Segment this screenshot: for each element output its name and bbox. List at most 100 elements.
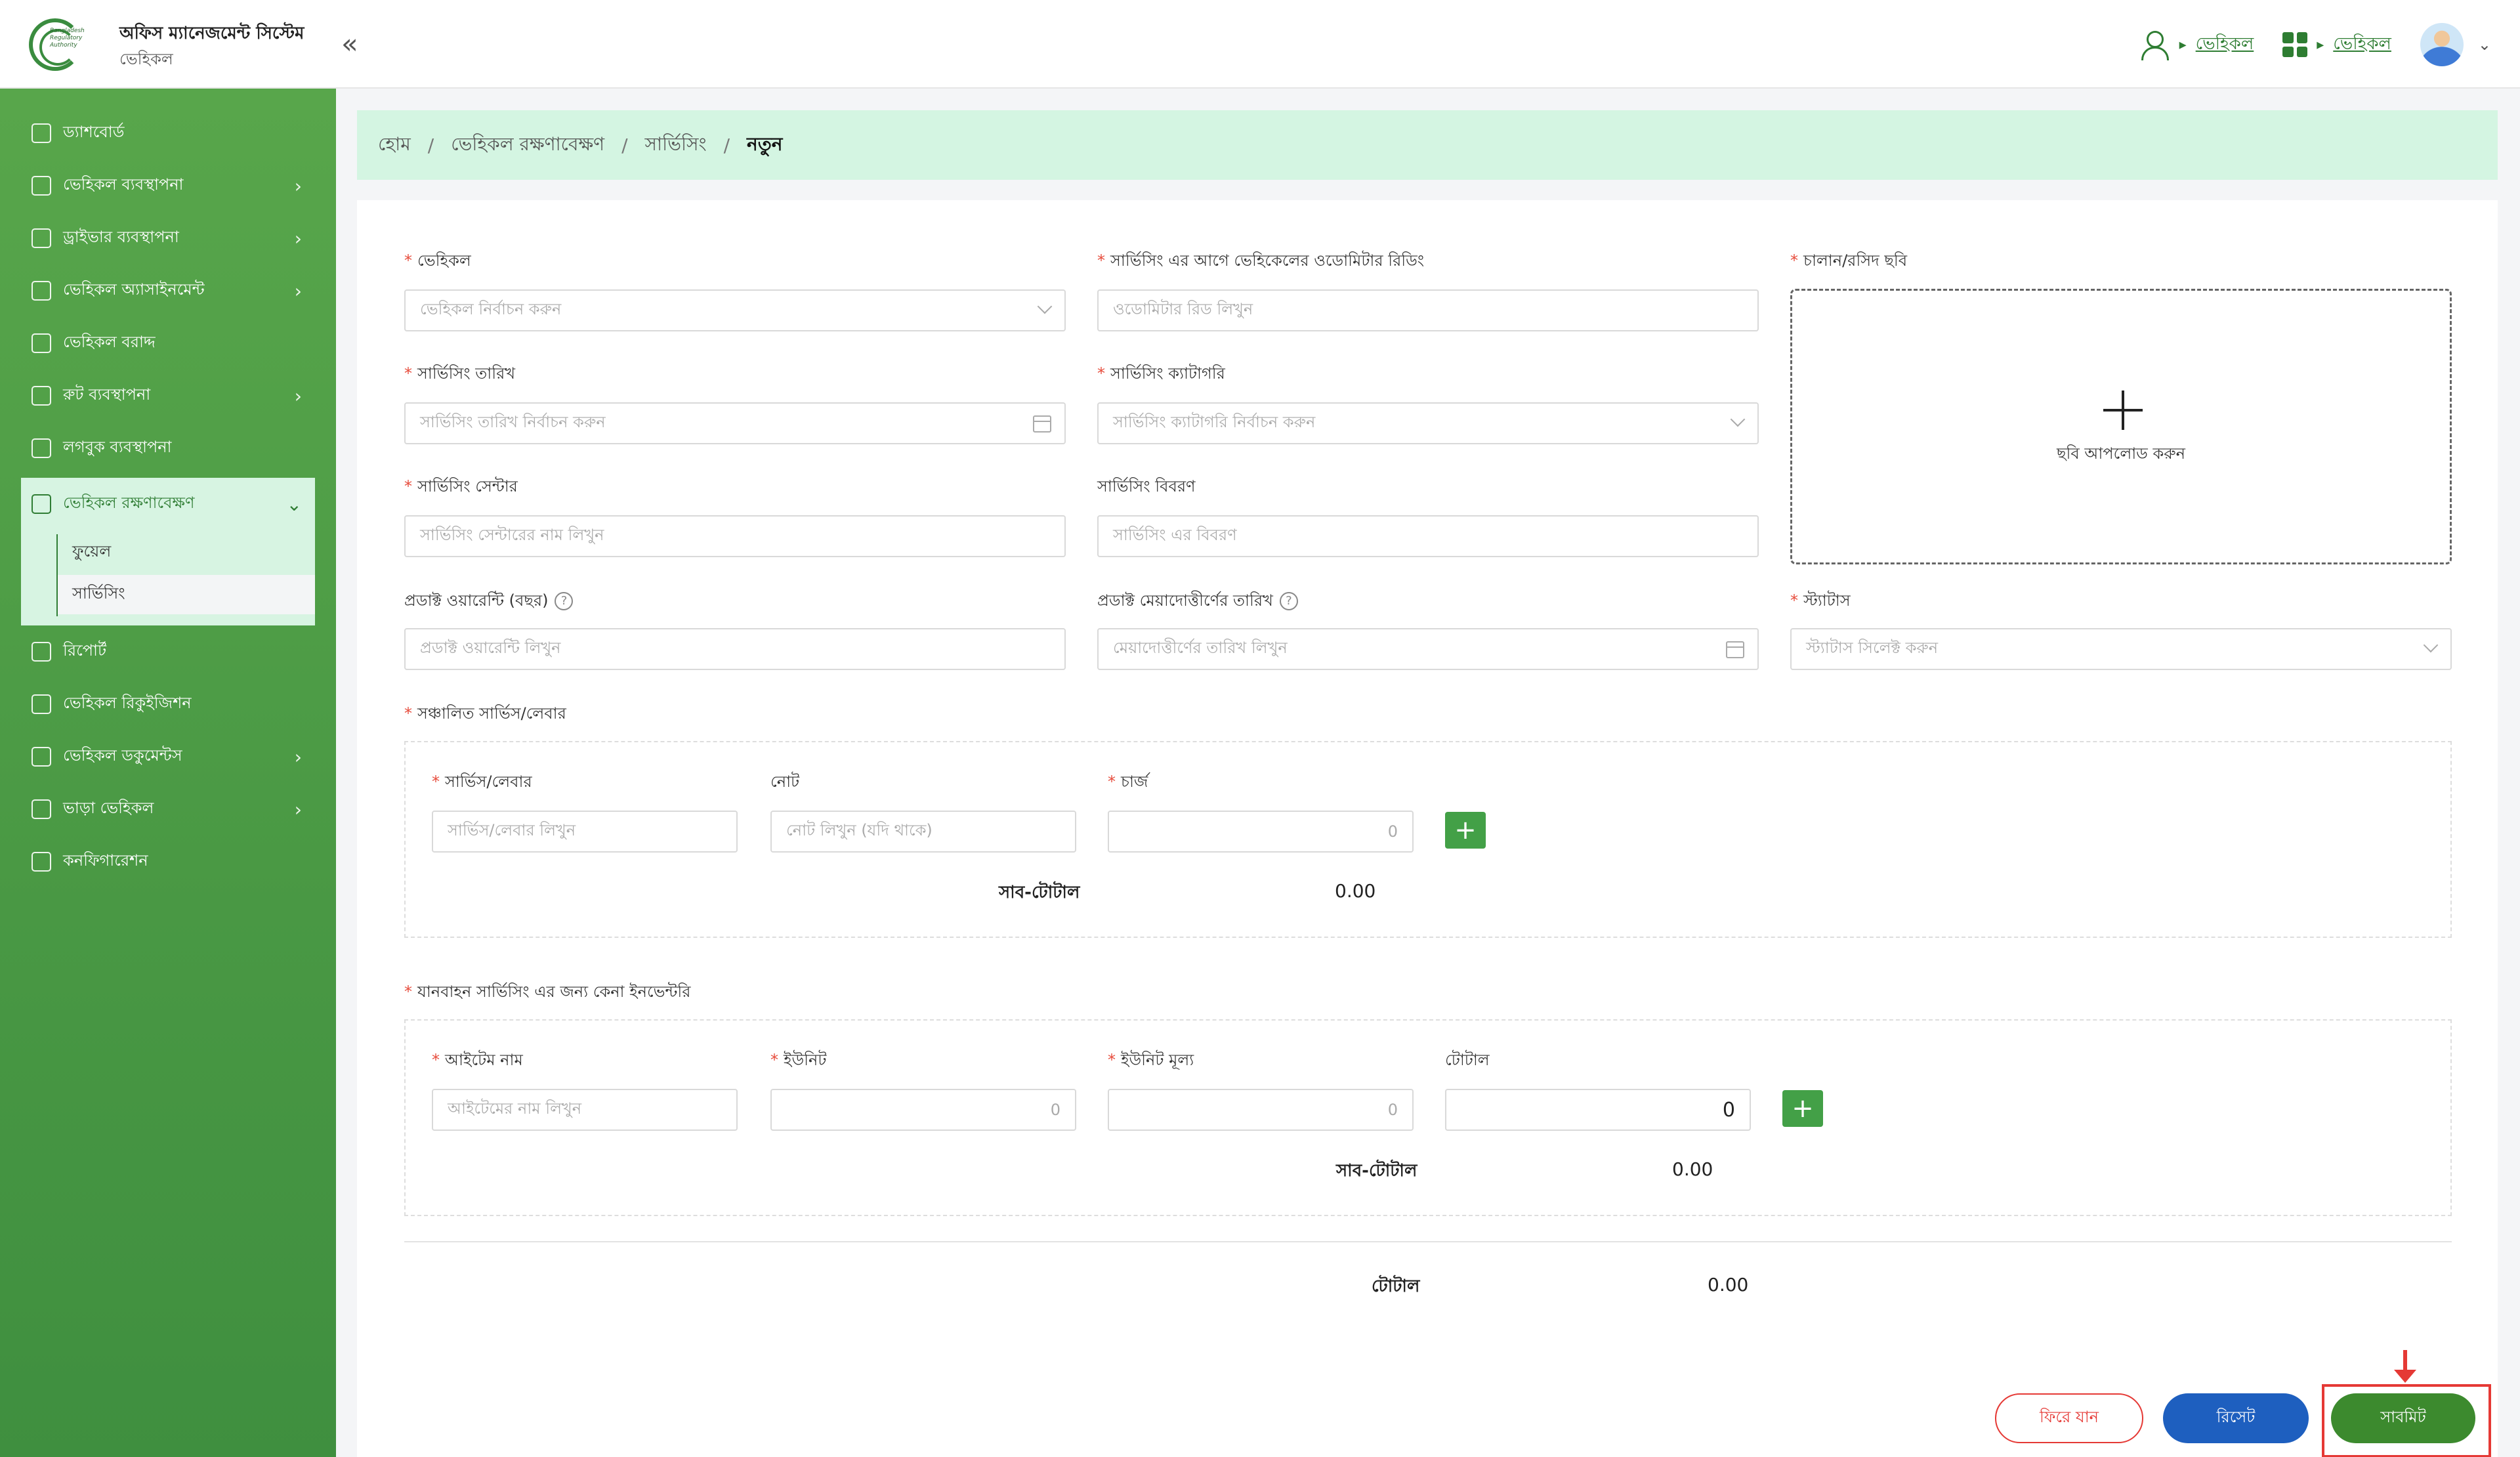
breadcrumb-home[interactable]: হোম [378, 130, 411, 161]
form-divider [404, 1241, 2452, 1242]
labor-section-box: * সার্ভিস/লেবার সার্ভিস/লেবার লিখুন নোট ন… [404, 741, 2452, 938]
breadcrumb-separator: / [621, 134, 628, 156]
inventory-subtotal-value: 0.00 [1672, 1158, 1713, 1180]
chevron-down-icon[interactable]: ⌄ [2478, 35, 2491, 54]
highlight-arrow-icon [2394, 1350, 2416, 1383]
inventory-section-title: * যানবাহন সার্ভিসিং এর জন্য কেনা ইনভেন্টর… [404, 982, 691, 1001]
service-desc-label: সার্ভিসিং বিবরণ [1097, 477, 1196, 496]
sidebar-item-vehicle-documents[interactable]: ভেহিকল ডকুমেন্টস › [0, 730, 336, 783]
expiry-date-picker[interactable]: মেয়াদোত্তীর্ণের তারিখ লিখুন [1097, 628, 1759, 670]
sidebar-item-label: ভেহিকল রক্ষণাবেক্ষণ [63, 494, 195, 512]
collapse-sidebar-icon[interactable]: « [341, 28, 358, 60]
warranty-input[interactable]: প্রডাক্ট ওয়ারেন্টি লিখুন [404, 628, 1066, 670]
add-inventory-button[interactable]: + [1782, 1090, 1823, 1127]
chevron-down-icon: ⌄ [286, 493, 302, 515]
report-icon [32, 642, 51, 662]
sidebar-item-vehicle-assignment[interactable]: ভেহিকল অ্যাসাইনমেন্ট › [0, 264, 336, 317]
sliders-icon [32, 852, 51, 872]
labor-service-label: * সার্ভিস/লেবার [432, 772, 532, 791]
vehicle-label: * ভেহিকল [404, 251, 471, 270]
sidebar-item-label: ড্রাইভার ব্যবস্থাপনা [63, 228, 179, 246]
back-button[interactable]: ফিরে যান [1995, 1393, 2143, 1443]
sidebar-item-driver-management[interactable]: ড্রাইভার ব্যবস্থাপনা › [0, 212, 336, 264]
vehicle-select[interactable]: ভেহিকল নির্বাচন করুন [404, 289, 1066, 331]
apps-grid-icon[interactable] [2282, 32, 2308, 57]
sidebar-item-label: কনফিগারেশন [63, 851, 148, 870]
labor-charge-input[interactable]: 0 [1108, 811, 1414, 853]
submit-button[interactable]: সাবমিট [2331, 1393, 2475, 1443]
chevron-right-icon: › [294, 746, 302, 768]
service-center-label: * সার্ভিসিং সেন্টার [404, 477, 518, 496]
breadcrumb-separator: / [723, 134, 730, 156]
clipboard-icon [32, 281, 51, 301]
sidebar-item-logbook-management[interactable]: লগবুক ব্যবস্থাপনা [0, 422, 336, 475]
breadcrumb-servicing[interactable]: সার্ভিসিং [645, 130, 707, 161]
chevron-down-icon [2423, 637, 2439, 653]
status-select[interactable]: স্ট্যাটাস সিলেক্ট করুন [1790, 628, 2452, 670]
service-date-picker[interactable]: সার্ভিসিং তারিখ নির্বাচন করুন [404, 402, 1066, 444]
sidebar-item-label: ভেহিকল রিকুইজিশন [63, 694, 192, 712]
sidebar-subitem-fuel[interactable]: ফুয়েল [72, 539, 111, 566]
breadcrumb-separator: / [427, 134, 434, 156]
sidebar: ড্যাশবোর্ড ভেহিকল ব্যবস্থাপনা › ড্রাইভার … [0, 89, 336, 1457]
service-category-select[interactable]: সার্ভিসিং ক্যাটাগরি নির্বাচন করুন [1097, 402, 1759, 444]
servicing-form-card: * ভেহিকল ভেহিকল নির্বাচন করুন * সার্ভিসিং … [357, 200, 2498, 1457]
odometer-input[interactable]: ওডোমিটার রিড লিখুন [1097, 289, 1759, 331]
inventory-price-input[interactable]: 0 [1108, 1089, 1414, 1131]
reset-button[interactable]: রিসেট [2163, 1393, 2309, 1443]
inventory-item-label: * আইটেম নাম [432, 1051, 523, 1069]
user-switch-icon[interactable] [2140, 30, 2170, 60]
labor-subtotal-label: সাব-টোটাল [999, 883, 1080, 902]
sidebar-item-vehicle-maintenance[interactable]: ভেহিকল রক্ষণাবেক্ষণ ⌄ [21, 478, 315, 530]
breadcrumb-maintenance[interactable]: ভেহিকল রক্ষণাবেক্ষণ [451, 130, 604, 161]
sidebar-item-report[interactable]: রিপোর্ট [0, 625, 336, 678]
requisition-icon [32, 694, 51, 714]
sidebar-item-vehicle-allocation[interactable]: ভেহিকল বরাদ্দ [0, 317, 336, 370]
sidebar-item-label: রুট ব্যবস্থাপনা [63, 385, 151, 404]
invoice-image-upload[interactable]: ছবি আপলোড করুন [1790, 289, 2452, 564]
sidebar-item-route-management[interactable]: রুট ব্যবস্থাপনা › [0, 370, 336, 422]
dashboard-icon [32, 123, 51, 143]
sidebar-item-vehicle-management[interactable]: ভেহিকল ব্যবস্থাপনা › [0, 159, 336, 212]
inventory-total-label: টোটাল [1445, 1051, 1490, 1069]
sidebar-item-label: লগবুক ব্যবস্থাপনা [63, 438, 172, 456]
chevron-right-icon: › [294, 385, 302, 407]
odometer-label: * সার্ভিসিং এর আগে ভেহিকেলের ওডোমিটার রিড… [1097, 251, 1425, 270]
sidebar-item-label: ভেহিকল ডকুমেন্টস [63, 746, 182, 765]
warranty-label: প্রডাক্ট ওয়ারেন্টি (বছর)? [404, 589, 574, 615]
help-icon[interactable]: ? [555, 592, 574, 610]
labor-note-label: নোট [770, 772, 800, 791]
labor-note-input[interactable]: নোট লিখুন (যদি থাকে) [770, 811, 1076, 853]
chevron-right-icon: › [294, 280, 302, 302]
help-icon[interactable]: ? [1279, 592, 1298, 610]
top-header: Bangladesh Regulatory Authority অফিস ম্য… [0, 0, 2520, 89]
add-labor-button[interactable]: + [1445, 812, 1486, 849]
sidebar-item-label: ভেহিকল ব্যবস্থাপনা [63, 175, 184, 194]
service-center-input[interactable]: সার্ভিসিং সেন্টারের নাম লিখুন [404, 515, 1066, 557]
sidebar-item-label: ভেহিকল অ্যাসাইনমেন্ট [63, 280, 205, 299]
chevron-right-icon: › [294, 227, 302, 249]
sidebar-item-rent-vehicle[interactable]: ভাড়া ভেহিকল › [0, 783, 336, 835]
service-desc-input[interactable]: সার্ভিসিং এর বিবরণ [1097, 515, 1759, 557]
app-subtitle: ভেহিকল [119, 50, 173, 68]
invoice-image-label: * চালান/রসিদ ছবি [1790, 251, 1908, 270]
user-avatar[interactable] [2420, 23, 2464, 66]
labor-service-input[interactable]: সার্ভিস/লেবার লিখুন [432, 811, 738, 853]
inventory-unit-input[interactable]: 0 [770, 1089, 1076, 1131]
inventory-section-box: * আইটেম নাম আইটেমের নাম লিখুন * ইউনিট 0 * ই… [404, 1019, 2452, 1216]
grand-total-value: 0.00 [1708, 1274, 1749, 1296]
grand-total-label: টোটাল [1372, 1277, 1420, 1296]
sidebar-item-vehicle-requisition[interactable]: ভেহিকল রিকুইজিশন [0, 678, 336, 730]
header-link-module[interactable]: ভেহিকল [2196, 30, 2254, 59]
arrow-right-icon: ▸ [2317, 36, 2324, 53]
breadcrumb: হোম / ভেহিকল রক্ষণাবেক্ষণ / সার্ভিসিং / … [357, 110, 2498, 180]
upload-text: ছবি আপলোড করুন [2057, 444, 2185, 463]
car-icon [32, 176, 51, 196]
inventory-item-input[interactable]: আইটেমের নাম লিখুন [432, 1089, 738, 1131]
sidebar-subitem-servicing[interactable]: সার্ভিসিং [58, 575, 315, 614]
sidebar-item-dashboard[interactable]: ড্যাশবোর্ড [0, 107, 336, 159]
sidebar-item-configuration[interactable]: কনফিগারেশন [0, 835, 336, 888]
header-link-app[interactable]: ভেহিকল [2333, 30, 2391, 59]
plus-icon [2103, 391, 2143, 430]
users-icon [32, 228, 51, 248]
